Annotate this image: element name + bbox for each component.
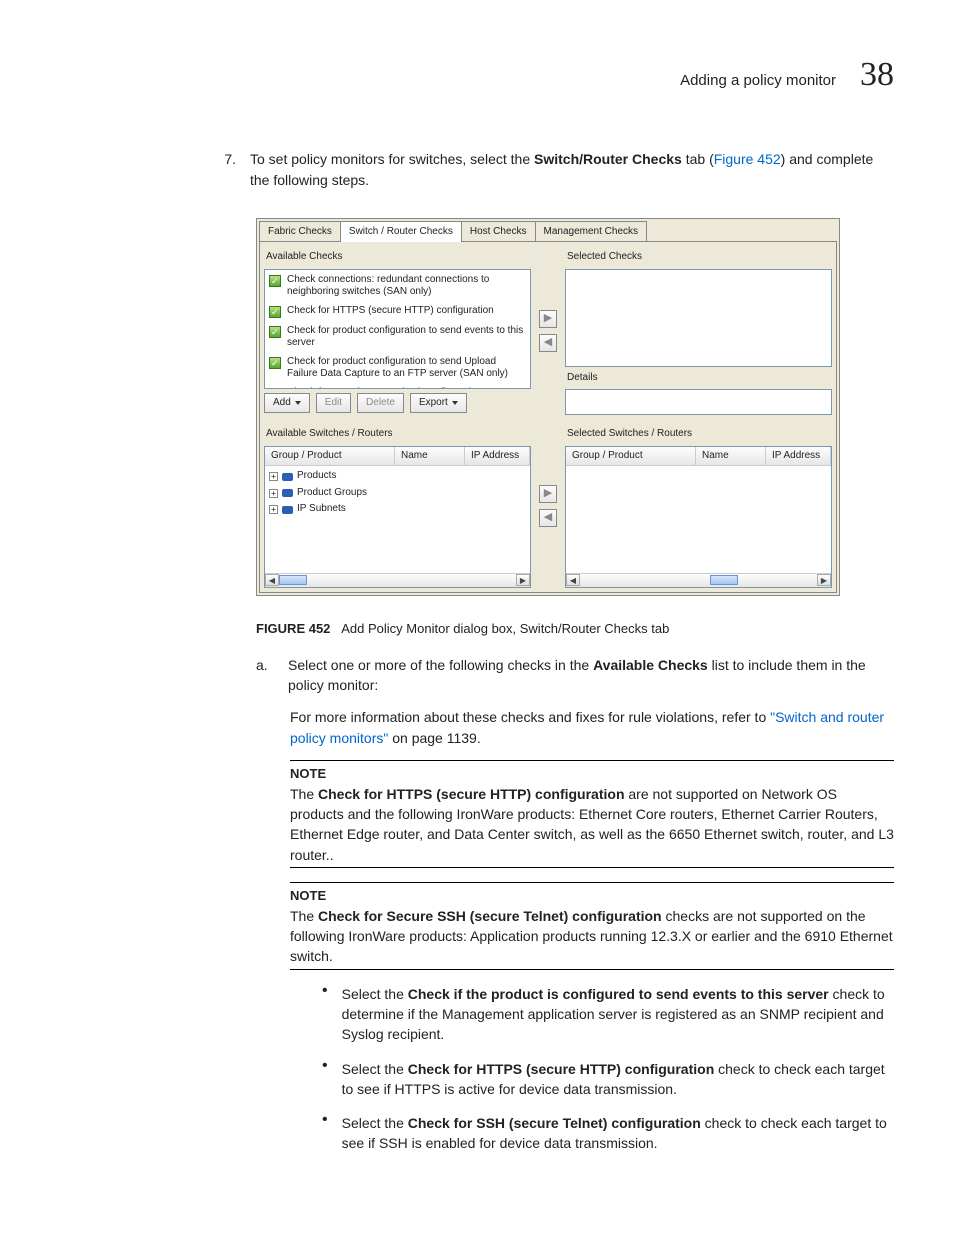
bullet-icon: • [290,1113,328,1154]
note-2: NOTE The Check for Secure SSH (secure Te… [290,882,894,970]
scroll-left-icon[interactable]: ◀ [265,574,279,586]
check-item[interactable]: Check for SSH (secure Telnet) configurat… [267,385,528,389]
selected-switches-panel: Selected Switches / Routers Group / Prod… [565,423,832,588]
sub-step-a: a. Select one or more of the following c… [256,655,894,696]
scroll-thumb[interactable] [279,575,307,585]
bullet-list: • Select the Check if the product is con… [290,984,894,1154]
header-page-number: 38 [860,50,894,99]
tab-fabric-checks[interactable]: Fabric Checks [259,221,341,243]
available-checks-label: Available Checks [266,250,531,265]
check-item[interactable]: Check for product configuration to send … [267,323,528,354]
selected-checks-list[interactable] [565,269,832,367]
horizontal-scrollbar[interactable]: ◀ ▶ [265,573,530,587]
transfer-buttons-lower: ▶ ◀ [535,423,561,588]
note-label: NOTE [290,887,894,906]
transfer-buttons-upper: ▶ ◀ [535,246,561,415]
export-button[interactable]: Export [410,393,467,414]
move-left-button[interactable]: ◀ [539,334,557,352]
bullet-icon: • [290,1059,328,1100]
check-item[interactable]: Check connections: redundant connections… [267,272,528,303]
scroll-left-icon[interactable]: ◀ [566,574,580,586]
tree-node-products[interactable]: +Products [269,468,526,485]
step-number: 7. [220,149,236,190]
note-1: NOTE The Check for HTTPS (secure HTTP) c… [290,760,894,868]
figure-caption: FIGURE 452 Add Policy Monitor dialog box… [256,620,894,639]
sub-step-letter: a. [256,655,274,696]
folder-icon [282,489,293,497]
figure-caption-text: Add Policy Monitor dialog box, Switch/Ro… [341,621,669,636]
expand-icon[interactable]: + [269,489,278,498]
sub-step-body: Select one or more of the following chec… [288,655,894,696]
check-icon [269,326,281,338]
delete-button[interactable]: Delete [357,393,404,414]
selected-switches-grid[interactable]: Group / Product Name IP Address ◀ ▶ [565,446,832,588]
check-icon [269,388,281,389]
caret-down-icon [295,401,301,405]
move-right-button[interactable]: ▶ [539,310,557,328]
figure-452-link[interactable]: Figure 452 [714,151,781,167]
page-header: Adding a policy monitor 38 [60,50,894,99]
bullet-item: • Select the Check if the product is con… [290,984,894,1045]
tab-management-checks[interactable]: Management Checks [535,221,648,243]
bullet-icon: • [290,984,328,1045]
selected-checks-label: Selected Checks [567,250,832,265]
available-checks-list[interactable]: Check connections: redundant connections… [264,269,531,389]
edit-button[interactable]: Edit [316,393,351,414]
check-icon [269,306,281,318]
note-body: The Check for HTTPS (secure HTTP) config… [290,784,894,865]
col-ip-address[interactable]: IP Address [766,447,831,466]
selected-checks-panel: Selected Checks Details [565,246,832,415]
check-item[interactable]: Check for product configuration to send … [267,354,528,385]
col-name[interactable]: Name [696,447,766,466]
bullet-item: • Select the Check for SSH (secure Telne… [290,1113,894,1154]
col-ip-address[interactable]: IP Address [465,447,530,466]
folder-icon [282,506,293,514]
expand-icon[interactable]: + [269,505,278,514]
available-switches-label: Available Switches / Routers [266,427,531,442]
tree-node-ip-subnets[interactable]: +IP Subnets [269,501,526,518]
bullet-item: • Select the Check for HTTPS (secure HTT… [290,1059,894,1100]
details-label: Details [567,371,832,386]
folder-icon [282,473,293,481]
dialog-tabs: Fabric Checks Switch / Router Checks Hos… [259,221,837,243]
add-button[interactable]: Add [264,393,310,414]
tree-node-product-groups[interactable]: +Product Groups [269,485,526,502]
step-body: To set policy monitors for switches, sel… [250,149,894,190]
horizontal-scrollbar[interactable]: ◀ ▶ [566,573,831,587]
scroll-right-icon[interactable]: ▶ [817,574,831,586]
check-icon [269,357,281,369]
col-group-product[interactable]: Group / Product [566,447,696,466]
move-left-button[interactable]: ◀ [539,509,557,527]
selected-switches-label: Selected Switches / Routers [567,427,832,442]
tab-switch-router-checks[interactable]: Switch / Router Checks [340,221,462,243]
header-title: Adding a policy monitor [680,70,836,92]
add-policy-monitor-dialog: Fabric Checks Switch / Router Checks Hos… [256,218,840,596]
col-group-product[interactable]: Group / Product [265,447,395,466]
move-right-button[interactable]: ▶ [539,485,557,503]
step-7: 7. To set policy monitors for switches, … [220,149,894,190]
dialog-figure: Fabric Checks Switch / Router Checks Hos… [256,218,894,596]
available-checks-panel: Available Checks Check connections: redu… [264,246,531,415]
note-label: NOTE [290,765,894,784]
grid-header: Group / Product Name IP Address [265,447,530,467]
check-item[interactable]: Check for HTTPS (secure HTTP) configurat… [267,303,528,323]
tab-host-checks[interactable]: Host Checks [461,221,536,243]
available-switches-grid[interactable]: Group / Product Name IP Address +Product… [264,446,531,588]
available-checks-bold: Available Checks [593,657,708,673]
check-icon [269,275,281,287]
grid-header: Group / Product Name IP Address [566,447,831,467]
scroll-thumb[interactable] [710,575,738,585]
col-name[interactable]: Name [395,447,465,466]
available-switches-panel: Available Switches / Routers Group / Pro… [264,423,531,588]
switch-router-checks-bold: Switch/Router Checks [534,151,682,167]
figure-label: FIGURE 452 [256,621,330,636]
expand-icon[interactable]: + [269,472,278,481]
scroll-right-icon[interactable]: ▶ [516,574,530,586]
caret-down-icon [452,401,458,405]
details-box [565,389,832,415]
paragraph-more-info: For more information about these checks … [290,707,894,748]
note-body: The Check for Secure SSH (secure Telnet)… [290,906,894,967]
